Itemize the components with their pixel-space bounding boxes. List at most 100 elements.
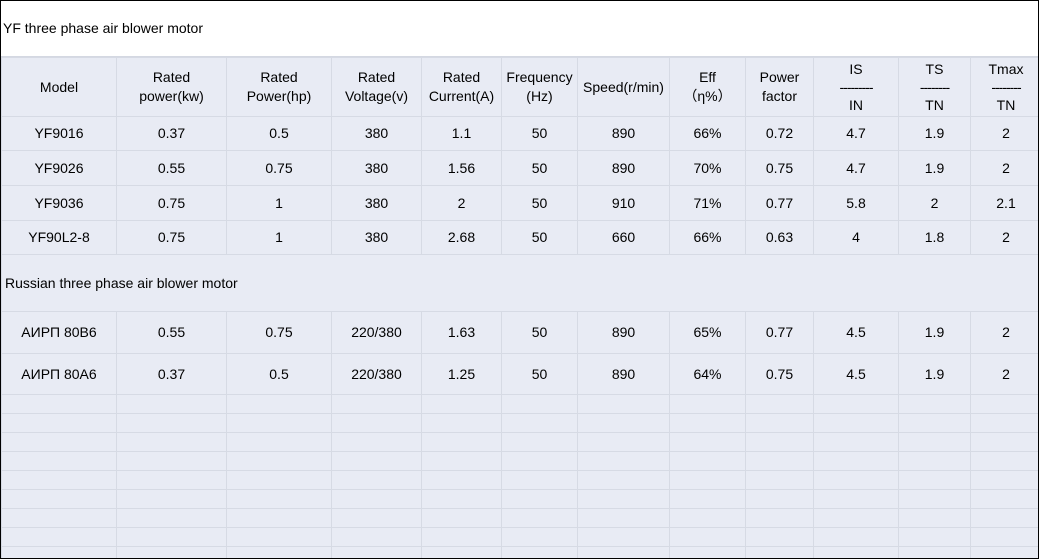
empty-cell <box>577 527 670 547</box>
empty-cell <box>577 394 670 414</box>
russian-rows: АИРП 80B6 0.55 0.75 220/380 1.63 50 890 65% 0.77… <box>1 311 1038 395</box>
empty-cell <box>745 451 814 471</box>
table-cell: 220/380 <box>331 311 422 354</box>
header-rated-power-hp: Rated Power(hp) <box>226 57 332 117</box>
empty-cell <box>970 451 1038 471</box>
header-eff: Eff （η%） <box>669 57 746 117</box>
table-cell: 0.72 <box>745 116 814 151</box>
empty-cell <box>813 413 899 433</box>
section-title-russian: Russian three phase air blower motor <box>1 254 1038 312</box>
empty-cell <box>116 394 227 414</box>
table-cell: 1 <box>226 185 332 221</box>
table-row: YF9016 0.37 0.5 380 1.1 50 890 66% 0.72 4.7 1.9 2 <box>1 116 1038 151</box>
header-model: Model <box>1 57 117 117</box>
empty-cell <box>669 546 746 558</box>
empty-cell <box>745 413 814 433</box>
table-cell: 1.9 <box>898 353 971 395</box>
table-cell: 2 <box>970 353 1038 395</box>
empty-cell <box>970 489 1038 509</box>
empty-cell <box>116 527 227 547</box>
table-cell: 2 <box>970 220 1038 255</box>
empty-cell <box>898 413 971 433</box>
empty-cell <box>116 470 227 490</box>
empty-cell <box>669 432 746 452</box>
empty-cell <box>970 432 1038 452</box>
empty-cell <box>421 508 502 528</box>
table-cell: 4.5 <box>813 311 899 354</box>
empty-cell <box>669 394 746 414</box>
table-cell: 910 <box>577 185 670 221</box>
table-cell: 890 <box>577 116 670 151</box>
table-cell: YF9026 <box>1 150 117 186</box>
empty-cell <box>1 546 117 558</box>
empty-cell <box>1 432 117 452</box>
empty-cell <box>669 508 746 528</box>
empty-cell <box>898 470 971 490</box>
header-speed: Speed(r/min) <box>577 57 670 117</box>
empty-cell <box>669 527 746 547</box>
empty-cell <box>813 432 899 452</box>
table-row: YF9026 0.55 0.75 380 1.56 50 890 70% 0.75 4.7 1.9 2 <box>1 150 1038 186</box>
table-cell: 660 <box>577 220 670 255</box>
table-cell: 5.8 <box>813 185 899 221</box>
empty-cell <box>813 489 899 509</box>
header-frequency: Frequency (Hz) <box>501 57 578 117</box>
empty-cell <box>501 470 578 490</box>
empty-row <box>1 413 1038 433</box>
page-title: YF three phase air blower motor <box>3 20 203 36</box>
empty-cell <box>577 413 670 433</box>
empty-cell <box>898 546 971 558</box>
table-cell: 1.1 <box>421 116 502 151</box>
empty-cell <box>898 489 971 509</box>
empty-cell <box>1 413 117 433</box>
empty-cell <box>331 394 422 414</box>
empty-cell <box>116 413 227 433</box>
empty-cell <box>501 394 578 414</box>
empty-cell <box>501 451 578 471</box>
empty-cell <box>745 508 814 528</box>
empty-cell <box>577 470 670 490</box>
table-row: YF90L2-8 0.75 1 380 2.68 50 660 66% 0.63 4 1.8 2 <box>1 220 1038 255</box>
table-cell: 50 <box>501 116 578 151</box>
table-cell: 50 <box>501 185 578 221</box>
empty-cell <box>813 546 899 558</box>
empty-cell <box>116 451 227 471</box>
empty-cell <box>669 489 746 509</box>
table-cell: 2.68 <box>421 220 502 255</box>
empty-cell <box>331 451 422 471</box>
table-cell: 66% <box>669 116 746 151</box>
table-cell: 0.75 <box>745 150 814 186</box>
empty-cell <box>421 546 502 558</box>
empty-cell <box>501 527 578 547</box>
empty-cell <box>331 527 422 547</box>
table-cell: 64% <box>669 353 746 395</box>
table-cell: 380 <box>331 116 422 151</box>
empty-cell <box>226 489 332 509</box>
table-cell: 0.55 <box>116 150 227 186</box>
empty-cell <box>1 527 117 547</box>
table-cell: 2 <box>970 150 1038 186</box>
empty-cell <box>898 508 971 528</box>
table-cell: 1.56 <box>421 150 502 186</box>
table-cell: 1.9 <box>898 116 971 151</box>
table-cell: 0.75 <box>226 311 332 354</box>
empty-cell <box>813 470 899 490</box>
empty-cell <box>226 546 332 558</box>
section-row-russian: Russian three phase air blower motor <box>1 254 1038 312</box>
table-row: АИРП 80A6 0.37 0.5 220/380 1.25 50 890 64% 0.75 4… <box>1 353 1038 395</box>
header-ts-tn: TS -------- TN <box>898 57 971 117</box>
empty-cell <box>970 413 1038 433</box>
table-cell: 1 <box>226 220 332 255</box>
empty-cell <box>970 470 1038 490</box>
table-cell: 2.1 <box>970 185 1038 221</box>
empty-cell <box>1 470 117 490</box>
table-cell: YF90L2-8 <box>1 220 117 255</box>
table-cell: 1.63 <box>421 311 502 354</box>
empty-cell <box>226 527 332 547</box>
empty-row <box>1 546 1038 558</box>
empty-cell <box>745 432 814 452</box>
table-cell: 50 <box>501 150 578 186</box>
table-cell: 0.75 <box>226 150 332 186</box>
empty-cell <box>421 432 502 452</box>
empty-row <box>1 489 1038 509</box>
